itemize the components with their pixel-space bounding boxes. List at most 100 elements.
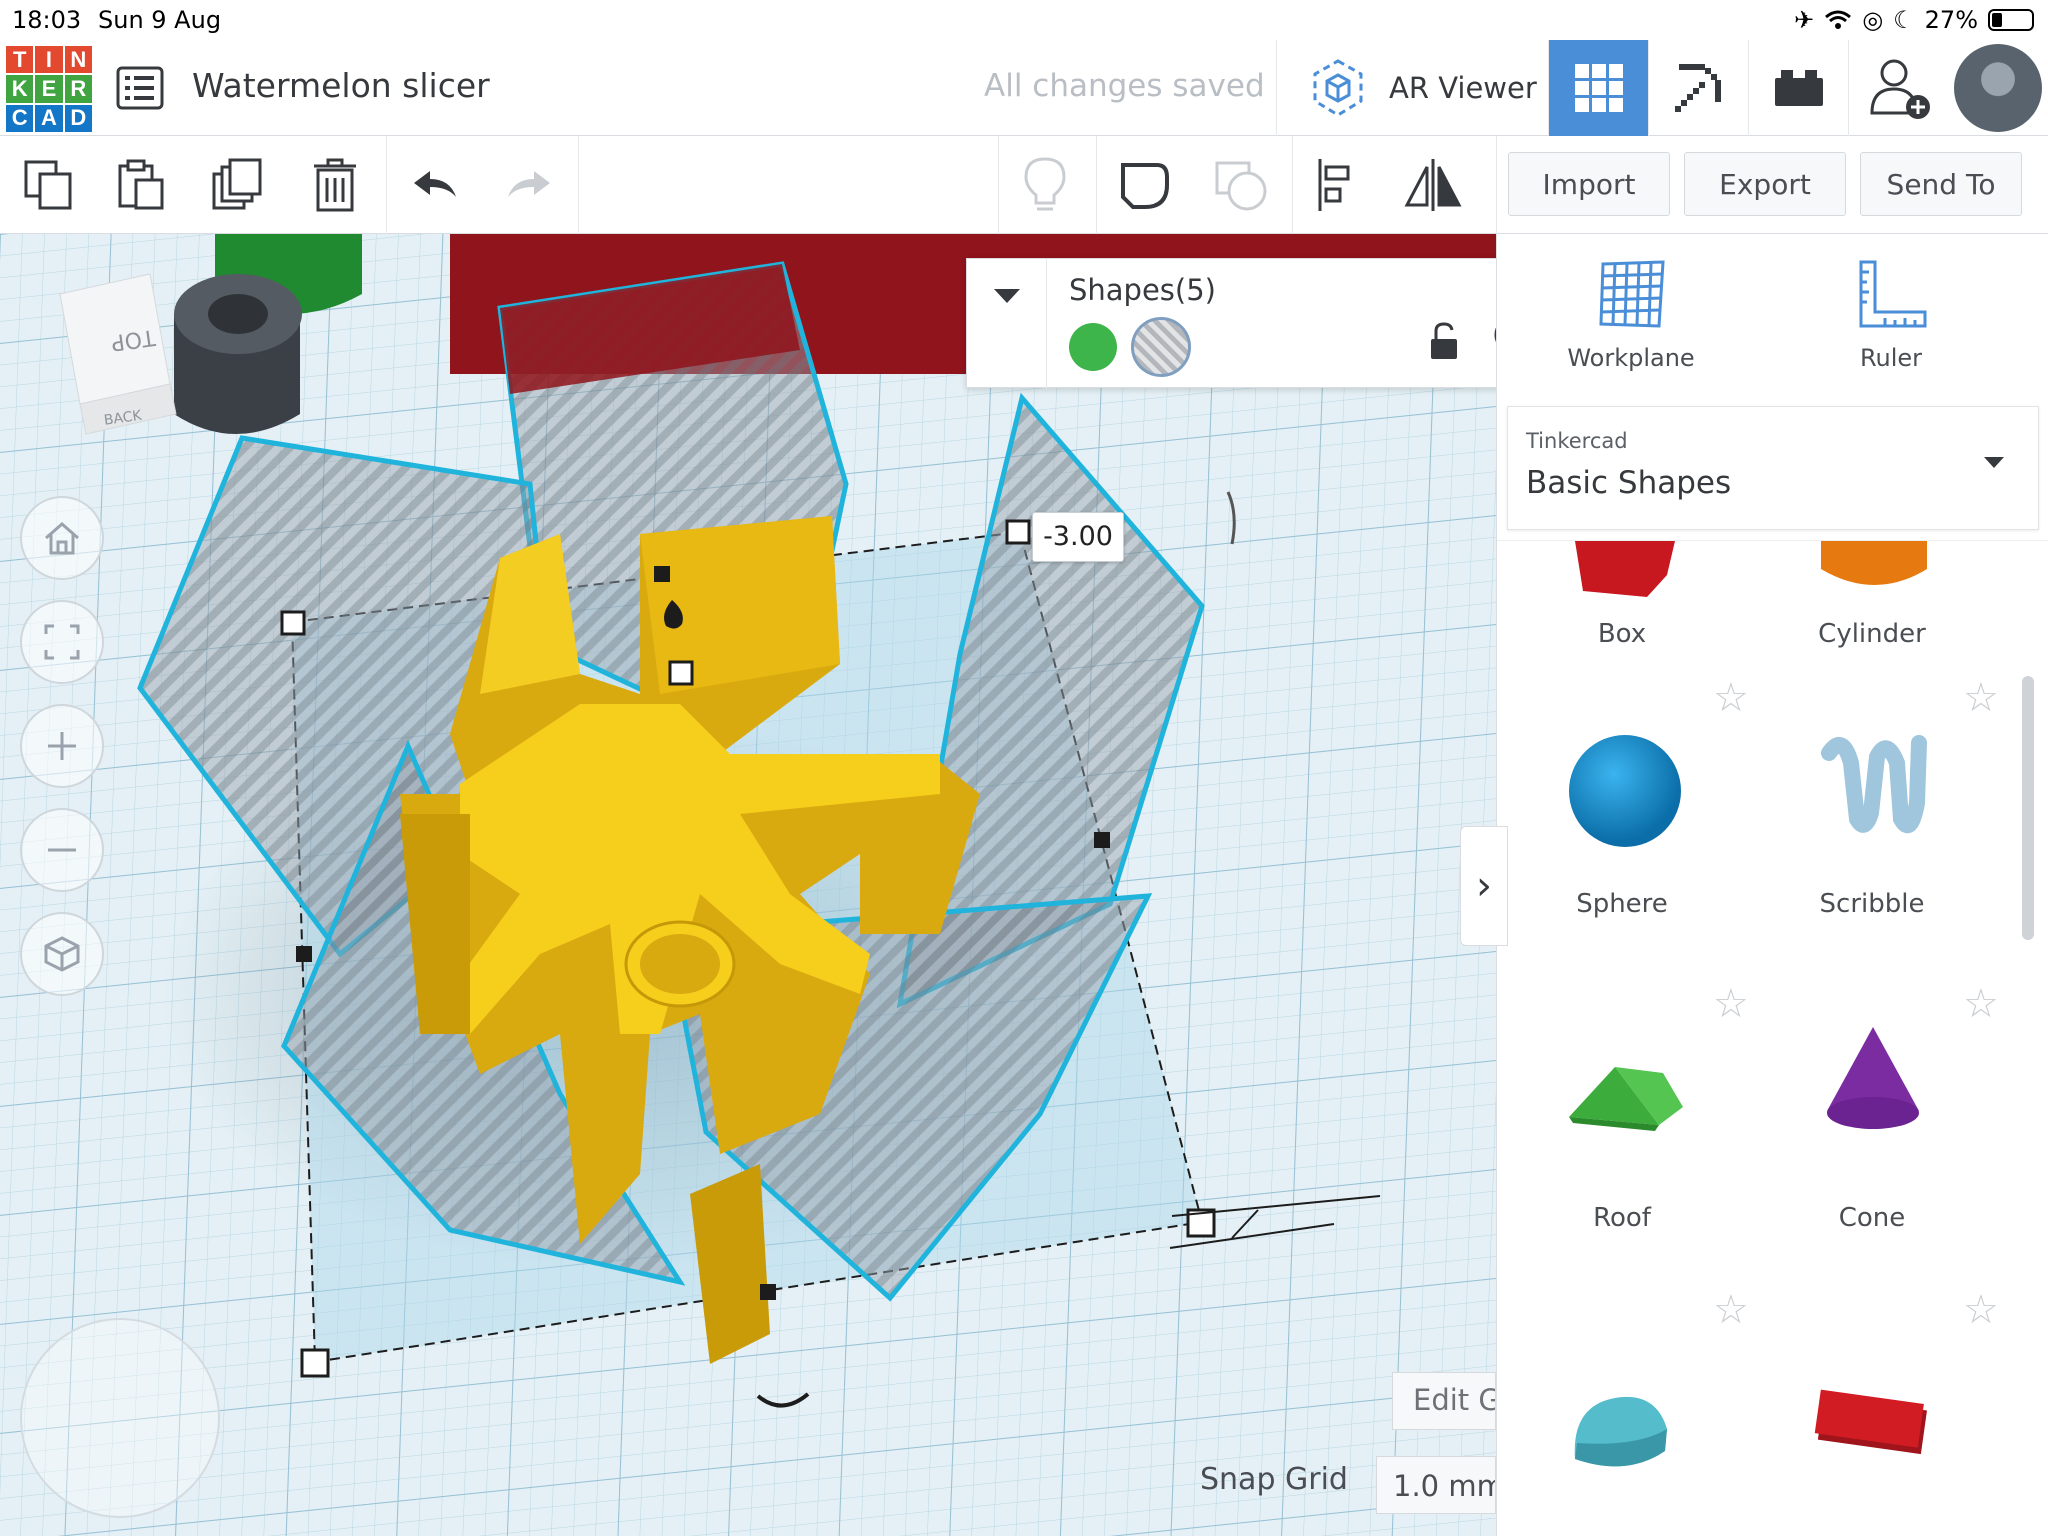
toolbar-divider xyxy=(1096,136,1097,234)
toolbar-divider xyxy=(998,136,999,234)
ruler-icon xyxy=(1859,260,1927,328)
design-list-icon[interactable] xyxy=(116,66,164,110)
workplane-label: Workplane xyxy=(1567,344,1695,372)
redo-button[interactable] xyxy=(498,154,560,216)
copy-button[interactable] xyxy=(18,154,80,216)
3d-viewport[interactable]: TOP BACK -3.00 Edit Snap Grid 1.0 mm xyxy=(0,234,1496,1536)
workplane-tool[interactable]: Workplane xyxy=(1561,258,1701,372)
mirror-button[interactable] xyxy=(1402,154,1464,216)
shape-text[interactable] xyxy=(1747,1351,1997,1481)
fit-view-button[interactable] xyxy=(20,600,104,684)
logo-letter: R xyxy=(64,75,92,103)
brick-icon xyxy=(1774,70,1823,106)
mirror-icon xyxy=(1404,159,1462,211)
dimension-value-label[interactable]: -3.00 xyxy=(1032,512,1124,562)
orbit-joystick[interactable] xyxy=(20,1318,220,1518)
scribble-icon xyxy=(1821,735,1927,834)
duplicate-icon xyxy=(212,158,262,210)
import-button[interactable]: Import xyxy=(1508,152,1670,216)
dropdown-caret-icon xyxy=(1984,457,2004,468)
design-title[interactable]: Watermelon slicer xyxy=(192,66,490,105)
solid-color-button[interactable] xyxy=(1069,323,1117,371)
shape-inspector: Shapes(5) xyxy=(966,258,1566,389)
zoom-out-button[interactable] xyxy=(20,808,104,892)
sphere-icon xyxy=(1569,735,1681,847)
minecraft-view-button[interactable] xyxy=(1648,40,1748,136)
shape-box-label: Box xyxy=(1597,619,1647,649)
duplicate-button[interactable] xyxy=(208,154,270,216)
favorite-star-icon[interactable]: ☆ xyxy=(1963,1287,1999,1333)
cylinder-icon xyxy=(1821,541,1927,585)
show-all-button[interactable] xyxy=(1014,154,1076,216)
shape-list-scrollbar[interactable] xyxy=(2022,676,2034,940)
3d-design-view-button[interactable] xyxy=(1548,40,1648,136)
logo-letter: C xyxy=(6,104,34,132)
paste-button[interactable] xyxy=(110,154,172,216)
shape-roof[interactable]: Roof xyxy=(1497,1067,1747,1233)
favorite-star-icon[interactable]: ☆ xyxy=(1713,675,1749,721)
invite-people-button[interactable] xyxy=(1848,40,1948,136)
toolbar-divider xyxy=(1496,136,1497,234)
dark-cylinder-shape[interactable] xyxy=(174,274,302,434)
ar-viewer-button[interactable]: AR Viewer xyxy=(1276,40,1546,136)
bricks-view-button[interactable] xyxy=(1748,40,1848,136)
perspective-toggle-button[interactable] xyxy=(20,912,104,996)
shape-half-cylinder[interactable] xyxy=(1497,1351,1747,1481)
user-avatar[interactable] xyxy=(1954,44,2042,132)
pickaxe-icon xyxy=(1674,64,1721,112)
toolbar-divider xyxy=(1292,136,1293,234)
right-panel: Workplane Ruler Tinkercad Basic Shapes B… xyxy=(1496,234,2048,1536)
lock-icon[interactable] xyxy=(1427,321,1461,361)
zoom-in-button[interactable] xyxy=(20,704,104,788)
shape-library-dropdown[interactable]: Tinkercad Basic Shapes xyxy=(1507,406,2039,530)
snap-grid-label: Snap Grid xyxy=(1200,1462,1348,1497)
logo-letter: N xyxy=(64,46,92,74)
snap-grid-value[interactable]: 1.0 mm xyxy=(1376,1456,1496,1514)
ruler-tool[interactable]: Ruler xyxy=(1821,258,1961,372)
ar-viewer-label: AR Viewer xyxy=(1389,71,1537,105)
home-view-button[interactable] xyxy=(20,496,104,580)
shape-scribble[interactable]: Scribble xyxy=(1747,735,1997,919)
group-button[interactable] xyxy=(1114,154,1176,216)
toolbar-divider xyxy=(386,136,387,234)
favorite-star-icon[interactable]: ☆ xyxy=(1713,981,1749,1027)
panel-collapse-button[interactable]: › xyxy=(1460,826,1508,946)
status-date: Sun 9 Aug xyxy=(98,6,222,34)
edit-grid-button[interactable]: Edit Grid xyxy=(1392,1372,1496,1430)
grid-view-icon xyxy=(1574,64,1623,112)
location-icon: ◎ xyxy=(1862,6,1884,34)
group-icon xyxy=(1121,163,1169,209)
favorite-star-icon[interactable]: ☆ xyxy=(1713,1287,1749,1333)
shape-cone[interactable]: Cone xyxy=(1747,1027,1997,1233)
hole-button[interactable] xyxy=(1131,317,1191,377)
cone-icon xyxy=(1827,1027,1919,1129)
send-to-button[interactable]: Send To xyxy=(1860,152,2022,216)
workplane-icon xyxy=(1599,260,1665,328)
delete-button[interactable] xyxy=(304,154,366,216)
box-icon xyxy=(1575,541,1675,597)
inspector-collapse-button[interactable] xyxy=(967,259,1047,389)
shape-box[interactable]: Box xyxy=(1497,541,1747,651)
home-icon xyxy=(45,522,79,555)
align-button[interactable] xyxy=(1308,154,1370,216)
battery-percent: 27% xyxy=(1924,6,1978,34)
shape-cone-label: Cone xyxy=(1838,1203,1906,1233)
undo-button[interactable] xyxy=(404,154,466,216)
cube-icon xyxy=(44,936,80,972)
logo-letter: D xyxy=(64,104,92,132)
align-icon xyxy=(1318,159,1350,211)
favorite-star-icon[interactable]: ☆ xyxy=(1963,675,1999,721)
export-button[interactable]: Export xyxy=(1684,152,1846,216)
shape-cylinder[interactable]: Cylinder xyxy=(1747,541,1997,651)
status-bar: 18:03 Sun 9 Aug ✈ ◎ ☾ 27% xyxy=(0,0,2048,40)
shape-cylinder-label: Cylinder xyxy=(1818,619,1926,649)
toolbar-divider xyxy=(578,136,579,234)
app-header: TIN KER CAD Watermelon slicer All changes … xyxy=(0,40,2048,136)
tinkercad-logo[interactable]: TIN KER CAD xyxy=(6,46,92,132)
workplane-canvas[interactable]: TOP BACK xyxy=(0,234,1496,1536)
fit-icon xyxy=(44,624,80,660)
shape-sphere[interactable]: Sphere xyxy=(1497,735,1747,919)
ungroup-button[interactable] xyxy=(1210,154,1272,216)
logo-letter: T xyxy=(6,46,34,74)
shape-scribble-label: Scribble xyxy=(1819,889,1925,919)
